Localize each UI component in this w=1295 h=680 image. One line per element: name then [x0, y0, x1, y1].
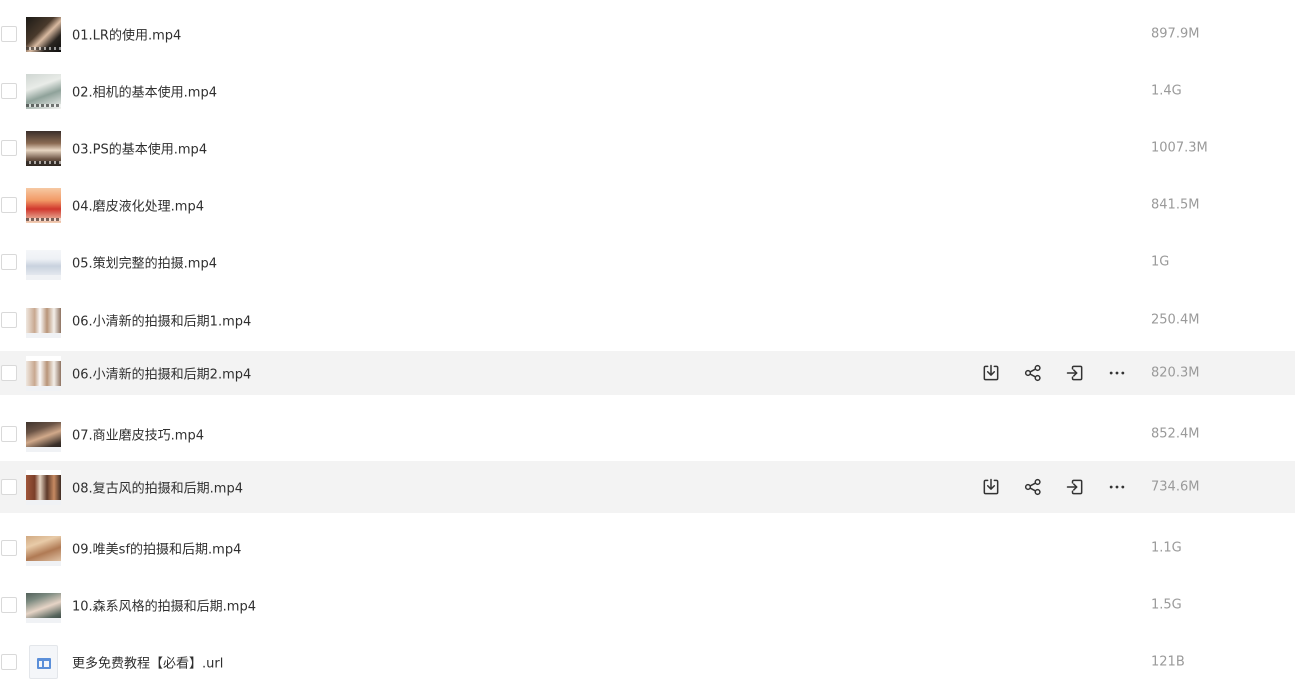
file-checkbox[interactable]: [1, 597, 17, 613]
file-name[interactable]: 03.PS的基本使用.mp4: [72, 139, 207, 158]
file-name[interactable]: 06.小清新的拍摄和后期1.mp4: [72, 311, 251, 330]
file-name[interactable]: 02.相机的基本使用.mp4: [72, 82, 217, 101]
file-size: 250.4M: [1151, 312, 1200, 328]
file-size: 820.3M: [1151, 365, 1200, 381]
file-name[interactable]: 08.复古风的拍摄和后期.mp4: [72, 478, 243, 497]
move-icon: [1065, 477, 1085, 497]
video-thumbnail: [26, 303, 61, 338]
file-row[interactable]: 04.磨皮液化处理.mp4 841.5M: [0, 183, 1295, 227]
more-button[interactable]: [1106, 476, 1128, 498]
file-checkbox[interactable]: [1, 654, 17, 670]
file-row[interactable]: 07.商业磨皮技巧.mp4 852.4M: [0, 412, 1295, 456]
file-size: 734.6M: [1151, 479, 1200, 495]
file-name[interactable]: 01.LR的使用.mp4: [72, 25, 181, 44]
video-thumbnail: [26, 245, 61, 280]
file-name[interactable]: 05.策划完整的拍摄.mp4: [72, 253, 217, 272]
file-name[interactable]: 06.小清新的拍摄和后期2.mp4: [72, 364, 251, 383]
share-icon: [1023, 363, 1043, 383]
video-thumbnail: [26, 417, 61, 452]
file-row[interactable]: 05.策划完整的拍摄.mp4 1G: [0, 240, 1295, 284]
video-thumbnail: [26, 588, 61, 623]
row-actions: [980, 476, 1130, 498]
file-row[interactable]: 更多免费教程【必看】.url 121B: [0, 640, 1295, 680]
file-row[interactable]: 02.相机的基本使用.mp4 1.4G: [0, 69, 1295, 113]
share-button[interactable]: [1022, 362, 1044, 384]
file-name[interactable]: 09.唯美sf的拍摄和后期.mp4: [72, 539, 241, 558]
file-name[interactable]: 07.商业磨皮技巧.mp4: [72, 425, 204, 444]
video-thumbnail: [26, 131, 61, 166]
file-checkbox[interactable]: [1, 83, 17, 99]
file-name[interactable]: 04.磨皮液化处理.mp4: [72, 196, 204, 215]
video-thumbnail: [26, 356, 61, 391]
file-checkbox[interactable]: [1, 197, 17, 213]
share-icon: [1023, 477, 1043, 497]
file-size: 121B: [1151, 654, 1185, 670]
file-checkbox[interactable]: [1, 479, 17, 495]
file-row[interactable]: 06.小清新的拍摄和后期1.mp4 250.4M: [0, 298, 1295, 342]
file-checkbox[interactable]: [1, 540, 17, 556]
file-size: 841.5M: [1151, 197, 1200, 213]
more-icon: [1107, 477, 1127, 497]
file-size: 1007.3M: [1151, 140, 1208, 156]
download-icon: [981, 477, 1001, 497]
file-size: 1.1G: [1151, 540, 1182, 556]
file-size: 1.4G: [1151, 83, 1182, 99]
file-row[interactable]: 03.PS的基本使用.mp4 1007.3M: [0, 126, 1295, 170]
move-button[interactable]: [1064, 476, 1086, 498]
move-button[interactable]: [1064, 362, 1086, 384]
file-row[interactable]: 10.森系风格的拍摄和后期.mp4 1.5G: [0, 583, 1295, 627]
video-thumbnail: [26, 531, 61, 566]
more-button[interactable]: [1106, 362, 1128, 384]
file-checkbox[interactable]: [1, 254, 17, 270]
file-checkbox[interactable]: [1, 312, 17, 328]
file-row[interactable]: 06.小清新的拍摄和后期2.mp4 820.3M: [0, 351, 1295, 395]
more-icon: [1107, 363, 1127, 383]
video-thumbnail: [26, 188, 61, 223]
video-thumbnail: [26, 74, 61, 109]
download-button[interactable]: [980, 362, 1002, 384]
download-button[interactable]: [980, 476, 1002, 498]
file-name[interactable]: 更多免费教程【必看】.url: [72, 653, 223, 672]
file-size: 897.9M: [1151, 26, 1200, 42]
move-icon: [1065, 363, 1085, 383]
row-actions: [980, 362, 1130, 384]
file-checkbox[interactable]: [1, 140, 17, 156]
download-icon: [981, 363, 1001, 383]
share-button[interactable]: [1022, 476, 1044, 498]
file-row[interactable]: 09.唯美sf的拍摄和后期.mp4 1.1G: [0, 526, 1295, 570]
file-checkbox[interactable]: [1, 426, 17, 442]
file-list: 01.LR的使用.mp4 897.9M 02.相机的基本使用.mp4 1.4G 03.P…: [0, 0, 1295, 680]
file-size: 1G: [1151, 254, 1170, 270]
file-row[interactable]: 08.复古风的拍摄和后期.mp4 734.6M: [0, 461, 1295, 513]
file-name[interactable]: 10.森系风格的拍摄和后期.mp4: [72, 596, 256, 615]
file-checkbox[interactable]: [1, 365, 17, 381]
file-size: 852.4M: [1151, 426, 1200, 442]
video-thumbnail: [26, 17, 61, 52]
url-file-icon: [29, 645, 58, 679]
video-thumbnail: [26, 470, 61, 505]
file-checkbox[interactable]: [1, 26, 17, 42]
file-row[interactable]: 01.LR的使用.mp4 897.9M: [0, 12, 1295, 56]
file-size: 1.5G: [1151, 597, 1182, 613]
